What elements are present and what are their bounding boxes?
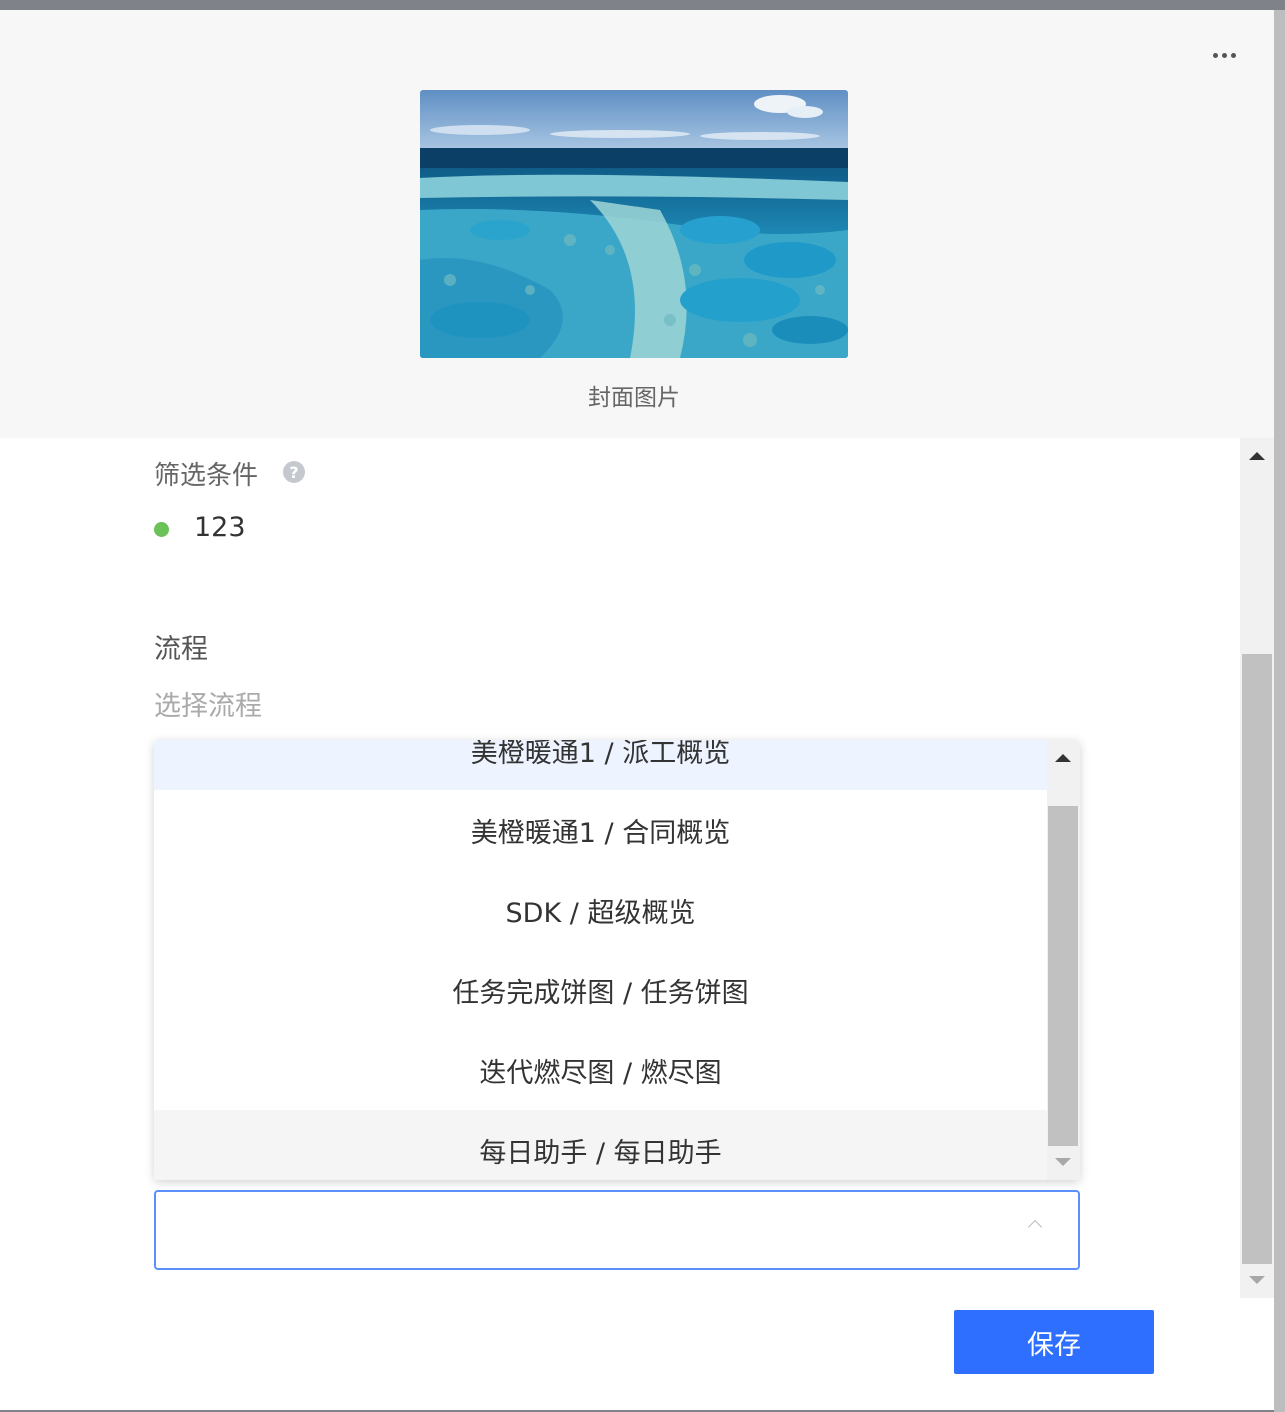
modal-scrollbar[interactable] [1240, 438, 1274, 1298]
dropdown-option[interactable]: 任务完成饼图 / 任务饼图 [154, 950, 1047, 1030]
process-select[interactable] [154, 1190, 1080, 1270]
dashboard-settings-modal: 封面图片 筛选条件 ? 123 流程 选择流程 美橙暖通1 / 派工概览 美橙暖… [0, 10, 1274, 1410]
filter-value: 123 [194, 512, 246, 543]
scroll-up-arrow-icon[interactable] [1249, 452, 1265, 460]
dropdown-option[interactable]: 迭代燃尽图 / 燃尽图 [154, 1030, 1047, 1110]
process-dropdown: 美橙暖通1 / 派工概览 美橙暖通1 / 合同概览 SDK / 超级概览 任务完… [154, 740, 1080, 1180]
dropdown-option[interactable]: 美橙暖通1 / 合同概览 [154, 790, 1047, 870]
scrollbar-thumb[interactable] [1048, 806, 1078, 1146]
dropdown-option[interactable]: 美橙暖通1 / 派工概览 [154, 740, 1047, 790]
process-hint: 选择流程 [154, 691, 262, 722]
more-dot-icon [1212, 52, 1218, 58]
dropdown-option[interactable]: SDK / 超级概览 [154, 870, 1047, 950]
scroll-down-arrow-icon[interactable] [1249, 1276, 1265, 1284]
scroll-up-arrow-icon[interactable] [1055, 754, 1071, 762]
cover-header: 封面图片 [0, 10, 1274, 438]
more-dot-icon [1221, 52, 1227, 58]
background-edge [1274, 10, 1285, 1412]
help-icon[interactable]: ? [283, 461, 305, 483]
scrollbar-thumb[interactable] [1242, 654, 1272, 1264]
more-options-button[interactable] [1200, 40, 1248, 70]
process-label: 流程 [154, 634, 208, 665]
scroll-down-arrow-icon[interactable] [1055, 1158, 1071, 1166]
more-dot-icon [1230, 52, 1236, 58]
cover-label: 封面图片 [588, 385, 680, 411]
filter-status-dot [154, 522, 169, 537]
dropdown-scrollbar[interactable] [1047, 740, 1080, 1180]
dropdown-list: 美橙暖通1 / 派工概览 美橙暖通1 / 合同概览 SDK / 超级概览 任务完… [154, 740, 1047, 1180]
save-button[interactable]: 保存 [954, 1310, 1154, 1374]
cover-image[interactable] [420, 90, 848, 358]
dropdown-option[interactable]: 每日助手 / 每日助手 [154, 1110, 1047, 1180]
filter-label: 筛选条件 [154, 461, 259, 491]
